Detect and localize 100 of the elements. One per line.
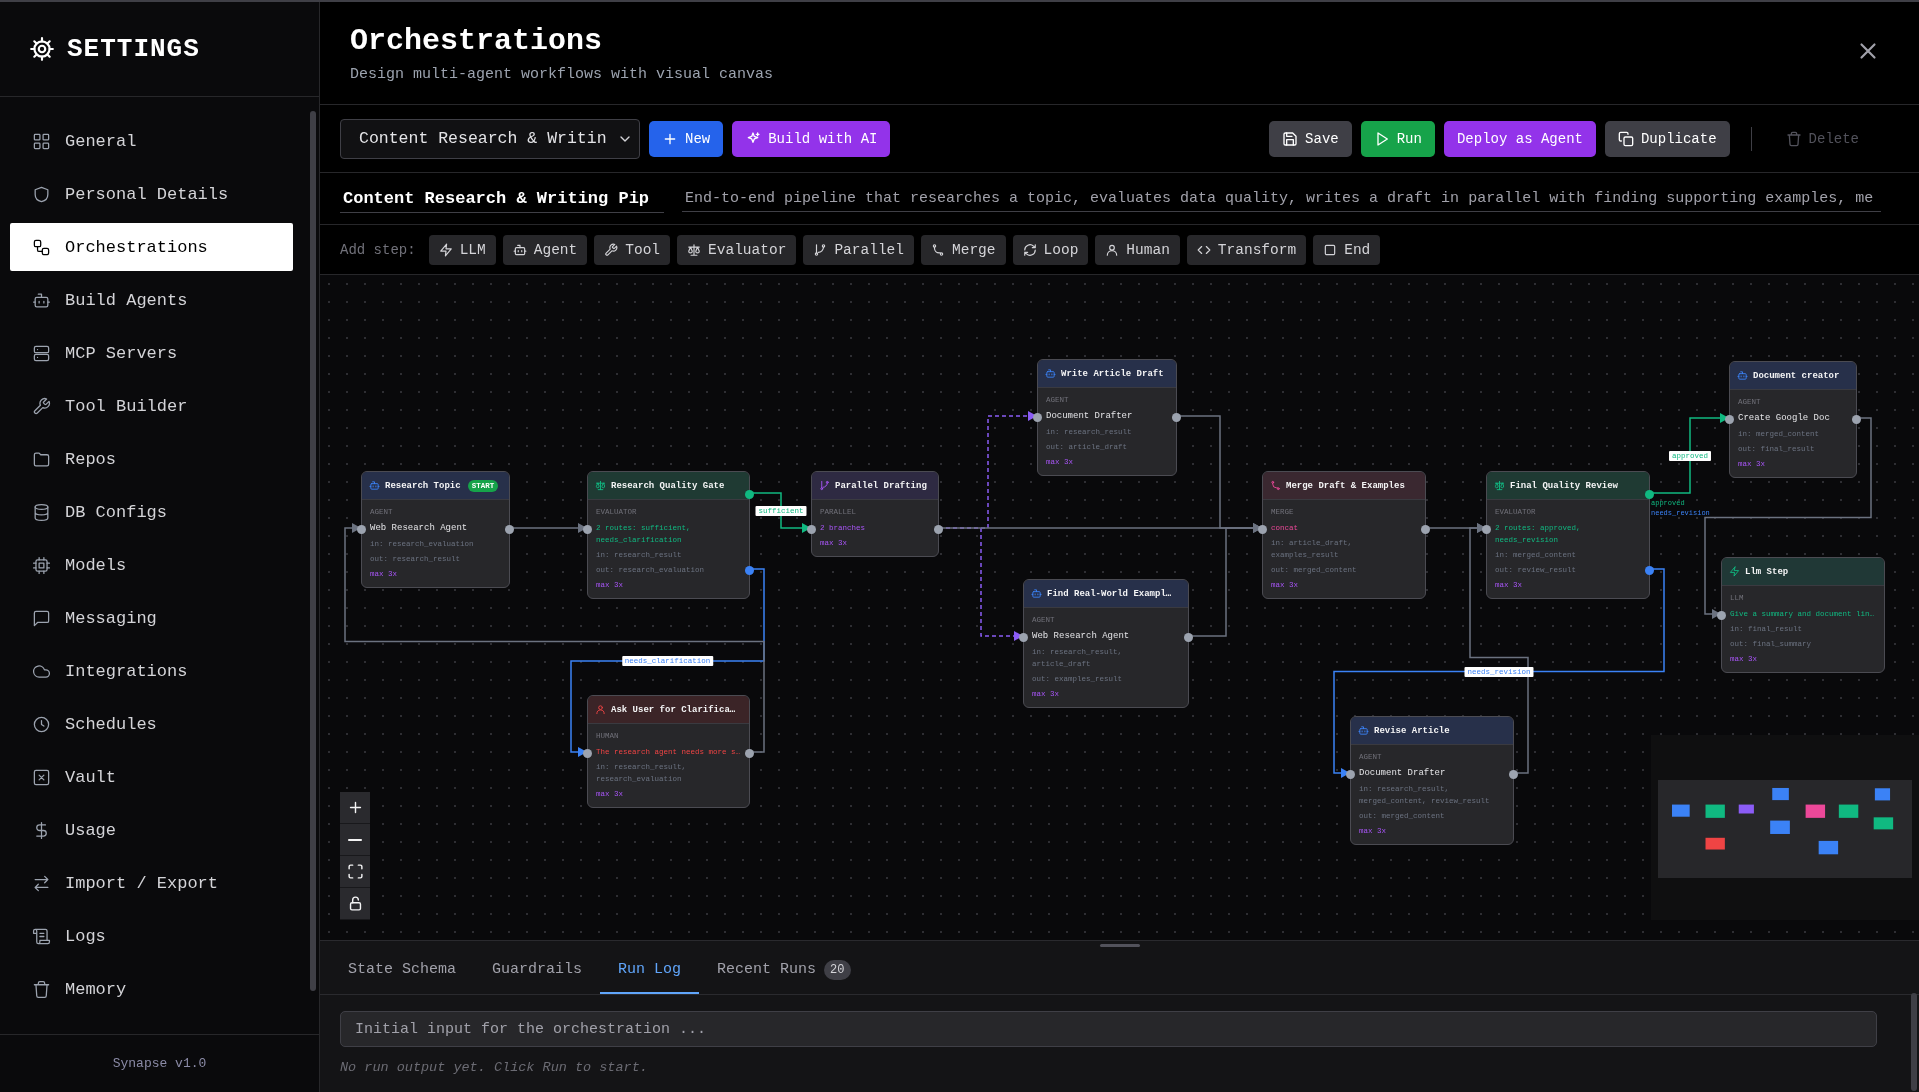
- add-step-button[interactable]: Evaluator: [677, 234, 797, 265]
- port-handle[interactable]: [357, 524, 366, 534]
- port-handle[interactable]: [1172, 412, 1181, 422]
- zoom-out-button[interactable]: [340, 824, 370, 856]
- add-step-button[interactable]: Parallel: [803, 234, 914, 265]
- port-handle[interactable]: [934, 524, 943, 534]
- name-field[interactable]: Content Research & Writing Pip: [340, 184, 664, 213]
- port-handle[interactable]: [1019, 632, 1028, 642]
- port-handle[interactable]: [745, 748, 754, 758]
- add-step-label: Add step:: [340, 241, 416, 258]
- sidebar-item[interactable]: General: [10, 117, 293, 165]
- robot-icon: [1045, 368, 1056, 379]
- sidebar-item[interactable]: Schedules: [10, 700, 293, 748]
- description-field[interactable]: End-to-end pipeline that researches a topic, evaluates data quality, writes a draft in parallel with finding supporting examples, me: [682, 185, 1881, 212]
- new-button[interactable]: New: [649, 120, 724, 157]
- merge-icon: [1270, 480, 1281, 491]
- node-title: Llm Step: [1745, 566, 1789, 577]
- port-handle[interactable]: [1421, 524, 1430, 534]
- node-detail: Create Google Doc: [1738, 412, 1831, 425]
- duplicate-button[interactable]: Duplicate: [1604, 120, 1730, 157]
- port-handle[interactable]: [807, 524, 816, 534]
- port-handle[interactable]: [1346, 769, 1355, 779]
- shield-icon: [32, 184, 51, 204]
- tab[interactable]: Guardrails: [474, 947, 601, 994]
- sidebar-item[interactable]: MCP Servers: [10, 329, 293, 377]
- port-handle[interactable]: [1482, 524, 1491, 534]
- scrollbar[interactable]: [1911, 993, 1917, 1091]
- port-handle[interactable]: [1645, 489, 1654, 499]
- add-step-button[interactable]: Merge: [921, 234, 1006, 265]
- add-step-button[interactable]: Agent: [502, 234, 588, 265]
- sidebar-title: SETTINGS: [67, 34, 200, 64]
- floppy-icon: [1282, 130, 1299, 147]
- sidebar-item[interactable]: Memory: [10, 965, 293, 1013]
- sidebar-item[interactable]: Import / Export: [10, 859, 293, 907]
- port-handle[interactable]: [1725, 414, 1734, 424]
- port-handle[interactable]: [1184, 632, 1193, 642]
- scales-icon: [595, 480, 606, 491]
- fit-view-button[interactable]: [340, 856, 370, 888]
- sidebar-item[interactable]: Build Agents: [10, 276, 293, 324]
- tab[interactable]: State Schema: [330, 947, 475, 994]
- port-handle[interactable]: [1852, 414, 1861, 424]
- sidebar-item[interactable]: Usage: [10, 806, 293, 854]
- sidebar-item[interactable]: Models: [10, 541, 293, 589]
- sidebar-item[interactable]: Personal Details: [10, 170, 293, 218]
- port-handle[interactable]: [1645, 565, 1654, 575]
- port-handle[interactable]: [1717, 610, 1726, 620]
- input-field[interactable]: Initial input for the orchestration ...: [340, 1011, 1877, 1047]
- port-handle[interactable]: [745, 565, 754, 575]
- save-button[interactable]: Save: [1269, 120, 1352, 157]
- resize-handle[interactable]: [1099, 944, 1140, 947]
- build-with-ai-button[interactable]: Build with AI: [732, 120, 891, 157]
- port-handle[interactable]: [745, 489, 754, 499]
- branch-icon: [819, 480, 830, 491]
- loop-icon: [1022, 242, 1037, 257]
- port-handle[interactable]: [1033, 412, 1042, 422]
- node-title: Research Quality Gate: [611, 480, 725, 491]
- add-step-button[interactable]: LLM: [428, 234, 496, 265]
- add-step-button[interactable]: Tool: [594, 234, 671, 265]
- add-step-button[interactable]: Loop: [1012, 234, 1089, 265]
- sidebar-item[interactable]: Repos: [10, 435, 293, 483]
- sidebar-item[interactable]: DB Configs: [10, 488, 293, 536]
- fit-view-icon: [346, 863, 364, 880]
- add-step-button[interactable]: End: [1313, 234, 1381, 265]
- tab[interactable]: Run Log: [600, 947, 700, 994]
- scales-icon: [687, 242, 702, 257]
- port-handle[interactable]: [583, 748, 592, 758]
- trash-icon: [32, 979, 51, 999]
- minimap[interactable]: [1651, 735, 1919, 920]
- node-title: Document creator: [1753, 370, 1840, 381]
- sidebar-item[interactable]: Vault: [10, 753, 293, 801]
- zoom-in-button[interactable]: [340, 792, 370, 824]
- add-step-button[interactable]: Transform: [1186, 234, 1307, 265]
- node-title: Merge Draft & Examples: [1286, 480, 1405, 491]
- sidebar-item[interactable]: Orchestrations: [10, 223, 293, 271]
- node-detail: Document Drafter: [1046, 410, 1134, 423]
- tab[interactable]: Recent Runs 20: [699, 947, 869, 994]
- server-icon: [32, 343, 51, 363]
- port-handle[interactable]: [1509, 769, 1518, 779]
- scrollbar[interactable]: [310, 111, 316, 991]
- robot-icon: [1737, 370, 1748, 381]
- sidebar-item[interactable]: Tool Builder: [10, 382, 293, 430]
- port-handle[interactable]: [583, 524, 592, 534]
- wrench-icon: [604, 242, 619, 257]
- arrows-icon: [32, 873, 51, 893]
- workflow-select[interactable]: Content Research & Writin: [340, 118, 640, 159]
- sidebar-item[interactable]: Integrations: [10, 647, 293, 695]
- deploy-button[interactable]: Deploy as Agent: [1443, 120, 1596, 157]
- sidebar-item[interactable]: Logs: [10, 912, 293, 960]
- database-icon: [32, 502, 51, 522]
- port-handle[interactable]: [505, 524, 514, 534]
- port-handle[interactable]: [1258, 524, 1267, 534]
- node-title: Final Quality Review: [1510, 480, 1619, 491]
- user-icon: [595, 704, 606, 715]
- node-title: Ask User for Clarifica…: [611, 704, 736, 715]
- lock-button[interactable]: [340, 888, 370, 920]
- add-step-button[interactable]: Human: [1095, 234, 1180, 265]
- sidebar-item[interactable]: Messaging: [10, 594, 293, 642]
- branch-icon: [813, 242, 828, 257]
- gear-icon: [29, 36, 55, 62]
- node-title: Research Topic: [385, 480, 461, 491]
